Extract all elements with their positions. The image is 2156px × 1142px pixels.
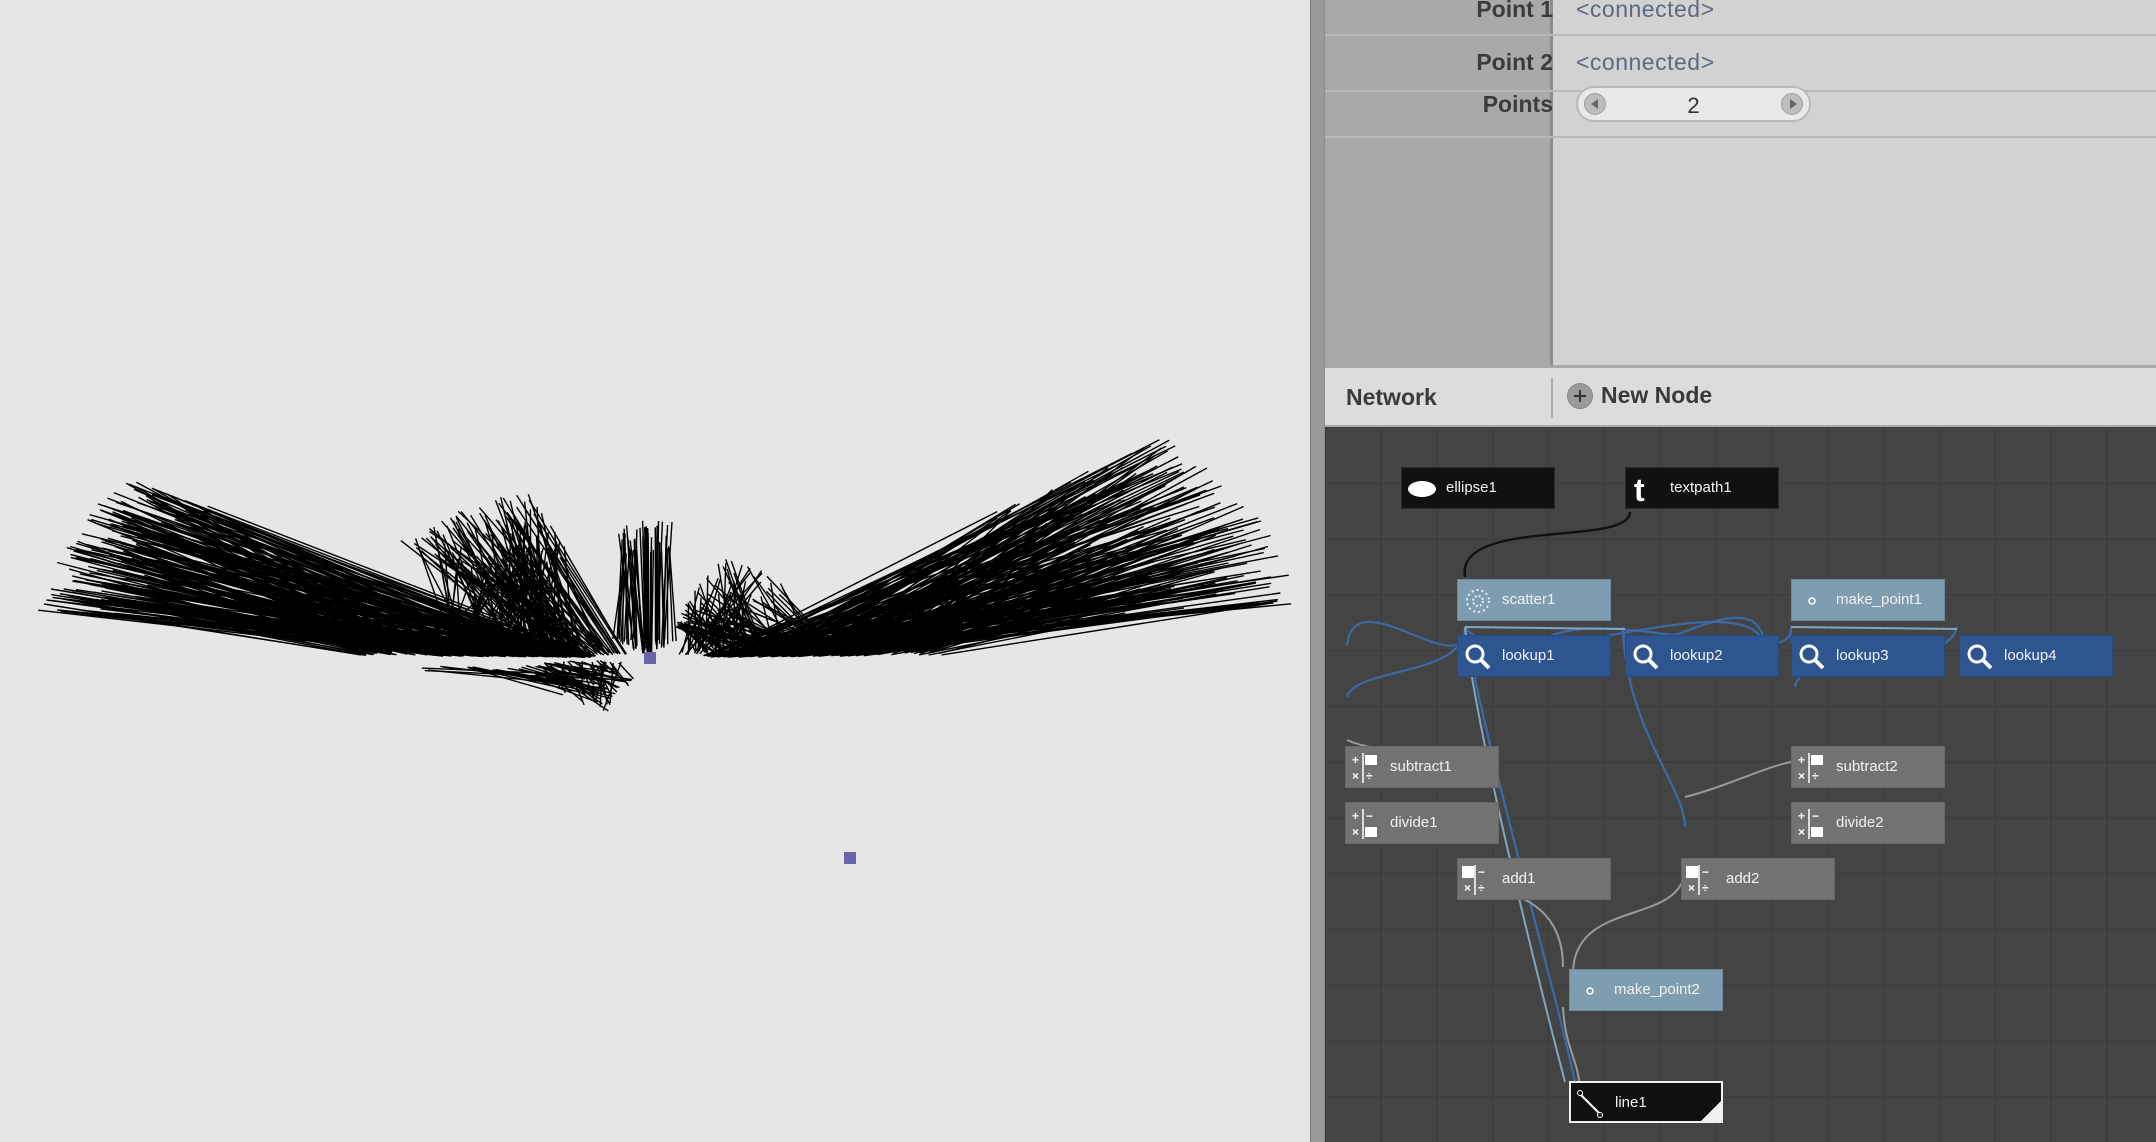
new-node-button[interactable]: New Node <box>1567 382 1712 409</box>
svg-text:÷: ÷ <box>1366 769 1373 783</box>
node-make-point1[interactable]: make_point1 <box>1791 579 1945 621</box>
param-value-point2[interactable]: <connected> <box>1576 49 1715 76</box>
node-subtract1[interactable]: + × ÷ subtract1 <box>1345 746 1499 788</box>
node-label: textpath1 <box>1670 479 1732 496</box>
node-ellipse1[interactable]: ellipse1 <box>1401 467 1555 509</box>
panel-splitter[interactable] <box>1310 0 1325 1142</box>
node-divide1[interactable]: + − × divide1 <box>1345 802 1499 844</box>
node-label: make_point1 <box>1836 591 1922 608</box>
node-label: make_point2 <box>1614 981 1700 998</box>
points-stepper-value[interactable]: 2 <box>1578 93 1809 119</box>
svg-text:÷: ÷ <box>1812 769 1819 783</box>
point-icon <box>1570 970 1610 1012</box>
node-label: add1 <box>1502 870 1536 887</box>
wire <box>1463 626 1577 1083</box>
node-lookup2[interactable]: lookup2 <box>1625 635 1779 677</box>
svg-text:×: × <box>1798 769 1805 783</box>
svg-text:÷: ÷ <box>1478 881 1485 895</box>
increment-arrow-icon[interactable] <box>1781 93 1803 115</box>
node-lookup1[interactable]: lookup1 <box>1457 635 1611 677</box>
svg-text:×: × <box>1798 825 1805 839</box>
scatter-icon <box>1458 580 1498 622</box>
node-make-point2[interactable]: make_point2 <box>1569 969 1723 1011</box>
param-row-point1: Point 1 <connected> <box>1325 0 2156 36</box>
param-value-point1[interactable]: <connected> <box>1576 0 1715 23</box>
magnifier-icon <box>1960 636 2000 678</box>
line-icon <box>1571 1083 1611 1125</box>
svg-text:×: × <box>1688 881 1695 895</box>
node-label: add2 <box>1726 870 1760 887</box>
node-label: divide1 <box>1390 814 1438 831</box>
network-title: Network <box>1346 384 1437 410</box>
parameters-panel: Point 1 <connected> Point 2 <connected> … <box>1325 0 2156 365</box>
viewer-canvas[interactable] <box>0 0 1310 1142</box>
node-subtract2[interactable]: + × ÷ subtract2 <box>1791 746 1945 788</box>
new-node-label: New Node <box>1601 382 1713 408</box>
math-operators-icon: + × ÷ <box>1792 747 1832 789</box>
svg-text:×: × <box>1464 881 1471 895</box>
network-header: Network New Node <box>1325 365 2156 427</box>
node-scatter1[interactable]: scatter1 <box>1457 579 1611 621</box>
wire <box>1345 626 1467 698</box>
plus-icon <box>1567 382 1593 409</box>
line-burst-drawing <box>38 439 1292 864</box>
point-icon <box>1792 580 1832 622</box>
svg-text:−: − <box>1366 809 1373 823</box>
magnifier-icon <box>1626 636 1666 678</box>
svg-text:÷: ÷ <box>1702 881 1709 895</box>
math-operators-icon: + − × <box>1346 803 1386 845</box>
node-line1[interactable]: line1 <box>1569 1081 1723 1123</box>
math-operators-icon: − × ÷ <box>1682 859 1722 901</box>
header-divider <box>1551 378 1553 418</box>
param-label-points: Points <box>1482 91 1553 117</box>
node-lookup4[interactable]: lookup4 <box>1959 635 2113 677</box>
node-label: line1 <box>1615 1094 1647 1111</box>
node-label: lookup1 <box>1502 647 1555 664</box>
point-handle <box>644 652 656 664</box>
node-label: subtract2 <box>1836 758 1898 775</box>
point-handle <box>844 852 856 864</box>
node-label: lookup3 <box>1836 647 1889 664</box>
points-stepper[interactable]: 2 <box>1576 86 1811 122</box>
node-textpath1[interactable]: t textpath1 <box>1625 467 1779 509</box>
rendered-flag-icon <box>1701 1101 1721 1121</box>
node-lookup3[interactable]: lookup3 <box>1791 635 1945 677</box>
node-label: divide2 <box>1836 814 1884 831</box>
svg-text:+: + <box>1352 809 1359 823</box>
magnifier-icon <box>1458 636 1498 678</box>
node-label: lookup4 <box>2004 647 2057 664</box>
svg-text:×: × <box>1352 825 1359 839</box>
svg-text:+: + <box>1798 809 1805 823</box>
node-divide2[interactable]: + − × divide2 <box>1791 802 1945 844</box>
svg-text:−: − <box>1812 809 1819 823</box>
ellipse-icon <box>1402 468 1442 510</box>
node-add2[interactable]: − × ÷ add2 <box>1681 858 1835 900</box>
node-label: scatter1 <box>1502 591 1556 608</box>
node-label: lookup2 <box>1670 647 1723 664</box>
node-add1[interactable]: − × ÷ add1 <box>1457 858 1611 900</box>
node-label: ellipse1 <box>1446 479 1497 496</box>
network-canvas[interactable]: ellipse1 t textpath1 scatter1 make_point… <box>1325 427 2156 1142</box>
param-label-point2: Point 2 <box>1476 49 1553 75</box>
math-operators-icon: − × ÷ <box>1458 859 1498 901</box>
text-t-icon: t <box>1626 468 1666 510</box>
svg-text:+: + <box>1798 753 1805 767</box>
svg-text:×: × <box>1352 769 1359 783</box>
svg-text:t: t <box>1634 472 1645 508</box>
svg-text:+: + <box>1352 753 1359 767</box>
math-operators-icon: + − × <box>1792 803 1832 845</box>
svg-text:−: − <box>1702 865 1709 879</box>
magnifier-icon <box>1792 636 1832 678</box>
wire <box>1345 620 1467 647</box>
math-operators-icon: + × ÷ <box>1346 747 1386 789</box>
svg-text:−: − <box>1478 865 1485 879</box>
param-label-point1: Point 1 <box>1476 0 1553 22</box>
node-label: subtract1 <box>1390 758 1452 775</box>
